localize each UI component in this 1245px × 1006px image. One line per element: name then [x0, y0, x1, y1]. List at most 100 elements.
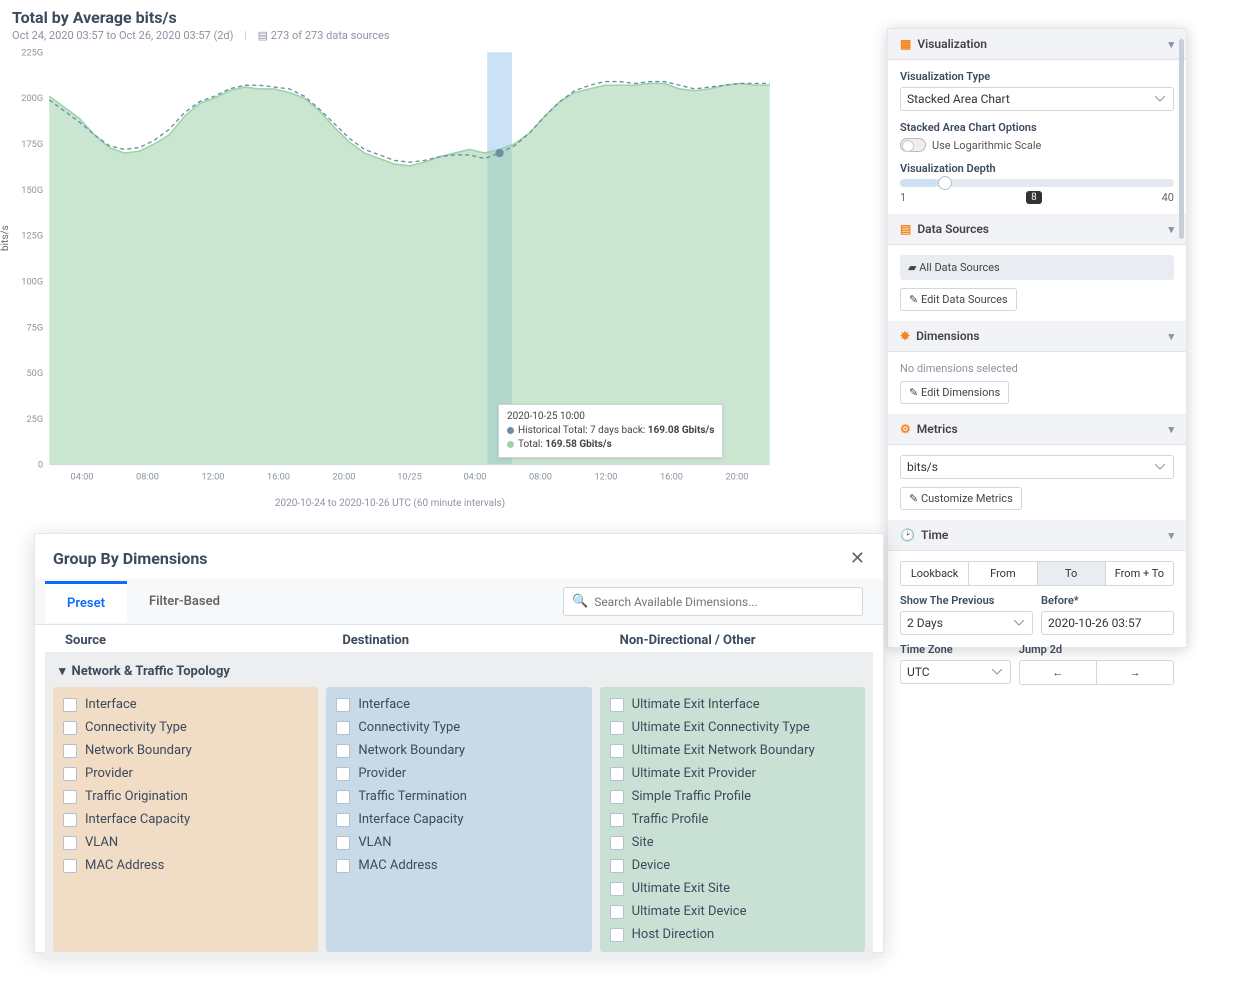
- checkbox[interactable]: [63, 767, 77, 781]
- checkbox[interactable]: [63, 790, 77, 804]
- dimension-item[interactable]: MAC Address: [61, 854, 310, 877]
- dimension-item[interactable]: Device: [608, 854, 857, 877]
- log-scale-toggle[interactable]: [900, 138, 926, 152]
- viz-depth-label: Visualization Depth: [900, 162, 1174, 175]
- checkbox[interactable]: [63, 744, 77, 758]
- svg-text:225G: 225G: [21, 47, 43, 58]
- checkbox[interactable]: [336, 813, 350, 827]
- checkbox[interactable]: [63, 698, 77, 712]
- timezone-label: Time Zone: [900, 643, 1011, 656]
- checkbox[interactable]: [610, 928, 624, 942]
- dimension-item[interactable]: VLAN: [61, 831, 310, 854]
- all-data-sources-chip[interactable]: ▰ All Data Sources: [900, 255, 1174, 280]
- dimension-item[interactable]: Ultimate Exit Network Boundary: [608, 739, 857, 762]
- chart-area[interactable]: bits/s 025G50G75G100G125G150G175G200G225…: [0, 46, 780, 496]
- customize-metrics-button[interactable]: ✎ Customize Metrics: [900, 487, 1022, 510]
- checkbox[interactable]: [610, 767, 624, 781]
- dimension-item[interactable]: Interface Capacity: [61, 808, 310, 831]
- viz-depth-value: 8: [1026, 191, 1042, 204]
- checkbox[interactable]: [610, 882, 624, 896]
- group-toggle[interactable]: ▾ Network & Traffic Topology: [53, 660, 865, 687]
- dimension-item[interactable]: Traffic Profile: [608, 808, 857, 831]
- datasource-icon: ▰: [908, 261, 916, 274]
- dimension-item[interactable]: Ultimate Exit Connectivity Type: [608, 716, 857, 739]
- checkbox[interactable]: [63, 836, 77, 850]
- checkbox[interactable]: [610, 698, 624, 712]
- dimension-item[interactable]: MAC Address: [334, 854, 583, 877]
- dimension-item[interactable]: Interface Capacity: [334, 808, 583, 831]
- tab-preset[interactable]: Preset: [45, 581, 127, 623]
- section-datasources[interactable]: ▤ Data Sources ▾: [888, 214, 1186, 245]
- section-time[interactable]: 🕑 Time ▾: [888, 520, 1186, 551]
- checkbox[interactable]: [336, 836, 350, 850]
- checkbox[interactable]: [336, 721, 350, 735]
- dimension-item[interactable]: Provider: [334, 762, 583, 785]
- dimension-label: Network Boundary: [358, 743, 465, 758]
- checkbox[interactable]: [336, 790, 350, 804]
- dimension-label: Connectivity Type: [358, 720, 460, 735]
- before-input[interactable]: [1041, 611, 1174, 635]
- database-icon: ▤: [258, 29, 268, 42]
- dimension-label: Simple Traffic Profile: [632, 789, 751, 804]
- svg-text:08:00: 08:00: [136, 471, 159, 482]
- dimension-item[interactable]: Ultimate Exit Interface: [608, 693, 857, 716]
- dimension-item[interactable]: Network Boundary: [61, 739, 310, 762]
- dimension-item[interactable]: Interface: [61, 693, 310, 716]
- dimension-item[interactable]: Interface: [334, 693, 583, 716]
- dimension-item[interactable]: Network Boundary: [334, 739, 583, 762]
- jump-back-button[interactable]: ←: [1020, 661, 1097, 684]
- dimension-item[interactable]: Site: [608, 831, 857, 854]
- viz-type-select[interactable]: Stacked Area Chart: [900, 87, 1174, 111]
- close-button[interactable]: ✕: [850, 548, 865, 569]
- checkbox[interactable]: [336, 744, 350, 758]
- time-tab-from[interactable]: From: [969, 562, 1037, 585]
- checkbox[interactable]: [610, 744, 624, 758]
- time-mode-tabs: LookbackFromToFrom + To: [900, 561, 1174, 586]
- dimension-item[interactable]: Ultimate Exit Site: [608, 877, 857, 900]
- checkbox[interactable]: [63, 813, 77, 827]
- dimension-item[interactable]: VLAN: [334, 831, 583, 854]
- dimension-item[interactable]: Simple Traffic Profile: [608, 785, 857, 808]
- timezone-select[interactable]: UTC: [900, 660, 1011, 684]
- metrics-select[interactable]: bits/s: [900, 455, 1174, 479]
- time-tab-to[interactable]: To: [1038, 562, 1106, 585]
- viz-depth-slider[interactable]: [900, 179, 1174, 187]
- time-tab-from-to[interactable]: From + To: [1106, 562, 1173, 585]
- dimension-item[interactable]: Traffic Termination: [334, 785, 583, 808]
- dimension-label: Provider: [358, 766, 406, 781]
- checkbox[interactable]: [63, 859, 77, 873]
- checkbox[interactable]: [610, 905, 624, 919]
- checkbox[interactable]: [610, 813, 624, 827]
- section-visualization[interactable]: ▦ Visualization ▾: [888, 29, 1186, 60]
- dimension-label: Traffic Origination: [85, 789, 188, 804]
- jump-forward-button[interactable]: →: [1097, 661, 1173, 684]
- checkbox[interactable]: [610, 721, 624, 735]
- dimension-item[interactable]: Connectivity Type: [334, 716, 583, 739]
- section-metrics[interactable]: ⚙ Metrics ▾: [888, 414, 1186, 445]
- tab-filter-based[interactable]: Filter-Based: [127, 582, 242, 621]
- dimension-label: Interface Capacity: [85, 812, 190, 827]
- dimension-item[interactable]: Provider: [61, 762, 310, 785]
- time-tab-lookback[interactable]: Lookback: [901, 562, 969, 585]
- checkbox[interactable]: [610, 859, 624, 873]
- search-input[interactable]: [594, 595, 854, 609]
- section-dimensions[interactable]: ✸ Dimensions ▾: [888, 321, 1186, 352]
- dimension-item[interactable]: Traffic Origination: [61, 785, 310, 808]
- checkbox[interactable]: [336, 767, 350, 781]
- destination-dimension-list: Interface Connectivity Type Network Bounda…: [326, 687, 591, 952]
- checkbox[interactable]: [610, 790, 624, 804]
- dimension-item[interactable]: Host Direction: [608, 923, 857, 946]
- dimension-item[interactable]: Ultimate Exit Device: [608, 900, 857, 923]
- edit-data-sources-button[interactable]: ✎ Edit Data Sources: [900, 288, 1017, 311]
- clock-icon: 🕑: [900, 528, 915, 542]
- search-dimensions-field[interactable]: 🔍: [563, 587, 863, 616]
- checkbox[interactable]: [63, 721, 77, 735]
- dimension-item[interactable]: Ultimate Exit Provider: [608, 762, 857, 785]
- checkbox[interactable]: [610, 836, 624, 850]
- show-previous-select[interactable]: 2 Days: [900, 611, 1033, 635]
- dimension-item[interactable]: Connectivity Type: [61, 716, 310, 739]
- database-icon: ▤: [900, 222, 911, 236]
- checkbox[interactable]: [336, 859, 350, 873]
- edit-dimensions-button[interactable]: ✎ Edit Dimensions: [900, 381, 1009, 404]
- checkbox[interactable]: [336, 698, 350, 712]
